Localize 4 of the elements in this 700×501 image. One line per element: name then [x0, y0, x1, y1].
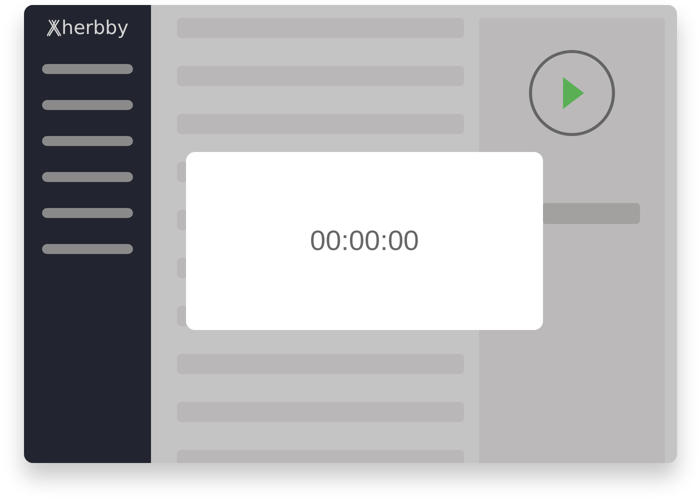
logo-text: herbby — [62, 17, 128, 39]
timer-text: 00:00:00 — [310, 225, 419, 257]
logo-icon — [46, 19, 61, 37]
play-icon[interactable] — [528, 49, 616, 137]
